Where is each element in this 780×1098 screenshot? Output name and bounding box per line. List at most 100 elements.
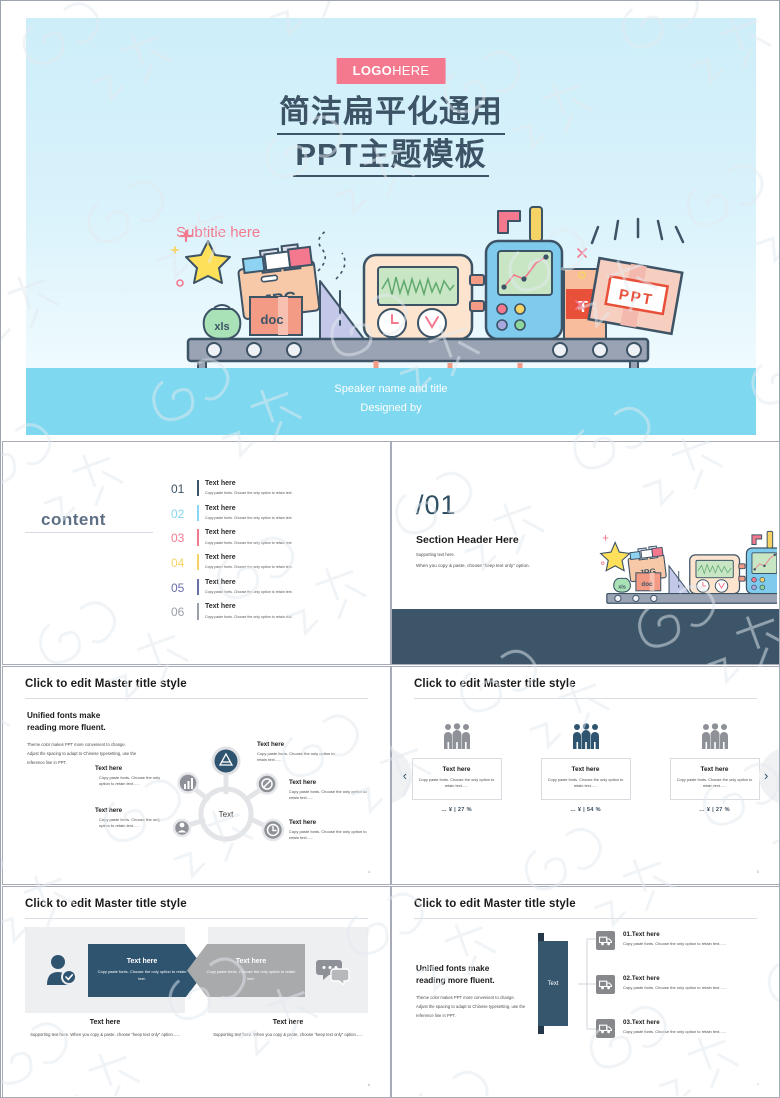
list-item[interactable]: 01.Text here Copy paste fonts. Choose th… — [596, 931, 766, 950]
card-body: Text here Copy paste fonts. Choose the o… — [411, 758, 502, 800]
tree-connector-lines — [578, 938, 596, 1030]
toc-accent-bar — [197, 578, 199, 595]
title-divider — [25, 698, 368, 699]
caption-title: Text here — [272, 1019, 304, 1026]
card-value: … ¥ | 54 % — [570, 806, 601, 813]
logo-placeholder-badge[interactable]: LOGOHERE — [336, 58, 446, 84]
lead-body-line3: reference line in PPT. — [416, 1012, 456, 1018]
toc-accent-bar — [197, 554, 199, 571]
lead-body: Theme color makes PPT more convenient to… — [27, 741, 152, 767]
list-item[interactable]: 03.Text here Copy paste fonts. Choose th… — [596, 1019, 766, 1038]
arrow-desc: Copy paste fonts. Choose the only option… — [97, 969, 187, 981]
lead-heading-line2: reading more fluent. — [416, 975, 495, 985]
slide-thumb-opposing-arrows[interactable]: Click to edit Master title style Text he… — [2, 886, 391, 1098]
toc-number: 02 — [171, 506, 185, 521]
flag-label: Text — [547, 980, 559, 987]
people-group-icon — [701, 723, 728, 749]
lead-body-line2: Adjust the spacing to adapt to Chinese t… — [416, 1003, 526, 1009]
slide-thumb-section-header[interactable]: /01 Section Header Here Supporting text … — [391, 441, 780, 665]
right-arrow-block[interactable]: Text here Copy paste fonts. Choose the o… — [187, 944, 305, 997]
chevron-left-icon: ‹ — [402, 768, 407, 783]
verified-user-icon — [47, 955, 77, 985]
cover-slide[interactable]: LOGOHERE 简洁扁平化通用 PPT主题模板 Subtitle here x… — [26, 18, 756, 435]
list-item[interactable]: 03 Text here Copy paste fonts. Choose th… — [171, 529, 371, 546]
toc-number: 03 — [171, 531, 185, 546]
note-title: Text here — [289, 779, 317, 786]
people-group-icon — [572, 723, 599, 749]
cover-designed-by: Designed by — [360, 402, 422, 414]
lead-body-line3: reference line in PPT. — [27, 759, 67, 765]
page-title: Click to edit Master title style — [414, 898, 576, 910]
svg-text:doc: doc — [260, 312, 283, 327]
diagram-center-label: Text — [219, 810, 234, 819]
factory-conveyor-illustration: xls JPG doc — [171, 206, 685, 388]
contents-heading: content — [41, 510, 106, 529]
caption-desc: Supporting text here. When you copy & pa… — [213, 1032, 363, 1037]
section-support-line1: Supporting text here. — [416, 552, 455, 557]
page-number: 4 — [368, 870, 370, 874]
item-title: 01.Text here — [623, 931, 660, 938]
card-body: Text here Copy paste fonts. Choose the o… — [540, 758, 631, 800]
caption-title: Text here — [89, 1019, 121, 1026]
list-item[interactable]: 06 Text here Copy paste fonts. Choose th… — [171, 603, 371, 620]
card-body: Text here Copy paste fonts. Choose the o… — [669, 758, 760, 800]
section-footer-band — [392, 609, 779, 664]
lead-heading-line1: Unified fonts make — [27, 711, 101, 720]
toc-number: 01 — [171, 482, 185, 496]
title-divider — [414, 918, 757, 919]
section-header-title: Section Header Here — [416, 534, 519, 546]
toc-accent-bar — [197, 529, 199, 546]
item-title: 03.Text here — [623, 1019, 660, 1026]
toc-item-title: Text here — [205, 603, 236, 611]
card-title: Text here — [442, 766, 471, 773]
toc-item-desc: Copy paste fonts. Choose the only option… — [205, 590, 293, 595]
arrow-title: Text here — [235, 958, 267, 966]
page-title: Click to edit Master title style — [25, 898, 187, 910]
list-item[interactable]: Text here Copy paste fonts. Choose the o… — [411, 723, 502, 813]
item-desc: Copy paste fonts. Choose the only option… — [623, 941, 726, 946]
people-card-row: Text here Copy paste fonts. Choose the o… — [392, 723, 779, 813]
svg-text:xls: xls — [618, 585, 626, 591]
slide-thumb-contents[interactable]: content 01 Text here Copy paste fonts. C… — [2, 441, 391, 665]
right-caption: Text here Supporting text here. When you… — [208, 1019, 368, 1039]
item-desc: Copy paste fonts. Choose the only option… — [623, 985, 726, 990]
cover-speaker-name: Speaker name and title — [334, 383, 448, 395]
slide-thumb-people-cards[interactable]: Click to edit Master title style Text he… — [391, 666, 780, 885]
note-title: Text here — [95, 807, 123, 814]
note-title: Text here — [257, 741, 285, 748]
page-number: 6 — [368, 1083, 370, 1087]
card-value: … ¥ | 27 % — [699, 806, 730, 813]
slide-thumb-circle-diagram[interactable]: Click to edit Master title style Unified… — [2, 666, 391, 885]
chevron-right-icon: › — [764, 768, 769, 783]
card-desc: Copy paste fonts. Choose the only option… — [418, 777, 495, 789]
page-number: 5 — [757, 870, 759, 874]
toc-item-desc: Copy paste fonts. Choose the only option… — [205, 491, 293, 496]
flag-banner: Text — [538, 933, 568, 1034]
list-item[interactable]: 05 Text here Copy paste fonts. Choose th… — [171, 578, 371, 595]
lead-body-line1: Theme color makes PPT more convenient to… — [27, 742, 126, 747]
list-item[interactable]: 02.Text here Copy paste fonts. Choose th… — [596, 975, 766, 994]
slide-thumb-flag-list[interactable]: Click to edit Master title style Unified… — [391, 886, 780, 1098]
list-item[interactable]: 02 Text here Copy paste fonts. Choose th… — [171, 504, 371, 521]
toc-item-title: Text here — [205, 529, 236, 537]
lead-heading: Unified fonts make reading more fluent. — [416, 963, 495, 987]
title-divider — [25, 918, 368, 919]
card-title: Text here — [700, 766, 729, 773]
note-desc: Copy paste fonts. Choose the only option… — [99, 775, 161, 787]
list-item[interactable]: Text here Copy paste fonts. Choose the o… — [540, 723, 631, 813]
list-item[interactable]: 01 Text here Copy paste fonts. Choose th… — [171, 480, 371, 497]
list-item[interactable]: Text here Copy paste fonts. Choose the o… — [669, 723, 760, 813]
cover-title: 简洁扁平化通用 PPT主题模板 — [26, 92, 756, 178]
section-number: /01 — [416, 490, 457, 520]
page-number: 7 — [757, 1083, 759, 1087]
toc-accent-bar — [197, 603, 199, 620]
lead-body-line2: Adjust the spacing to adapt to Chinese t… — [27, 750, 137, 756]
toc-item-title: Text here — [205, 504, 236, 512]
page-title: Click to edit Master title style — [414, 678, 576, 690]
section-factory-illustration: xls JPG doc — [599, 530, 777, 604]
delivery-truck-icon — [596, 931, 615, 950]
delivery-truck-icon — [596, 1019, 615, 1038]
note-title: Text here — [95, 765, 123, 772]
list-item[interactable]: 04 Text here Copy paste fonts. Choose th… — [171, 554, 371, 571]
slide-thumbnail-grid: content 01 Text here Copy paste fonts. C… — [1, 441, 780, 1098]
